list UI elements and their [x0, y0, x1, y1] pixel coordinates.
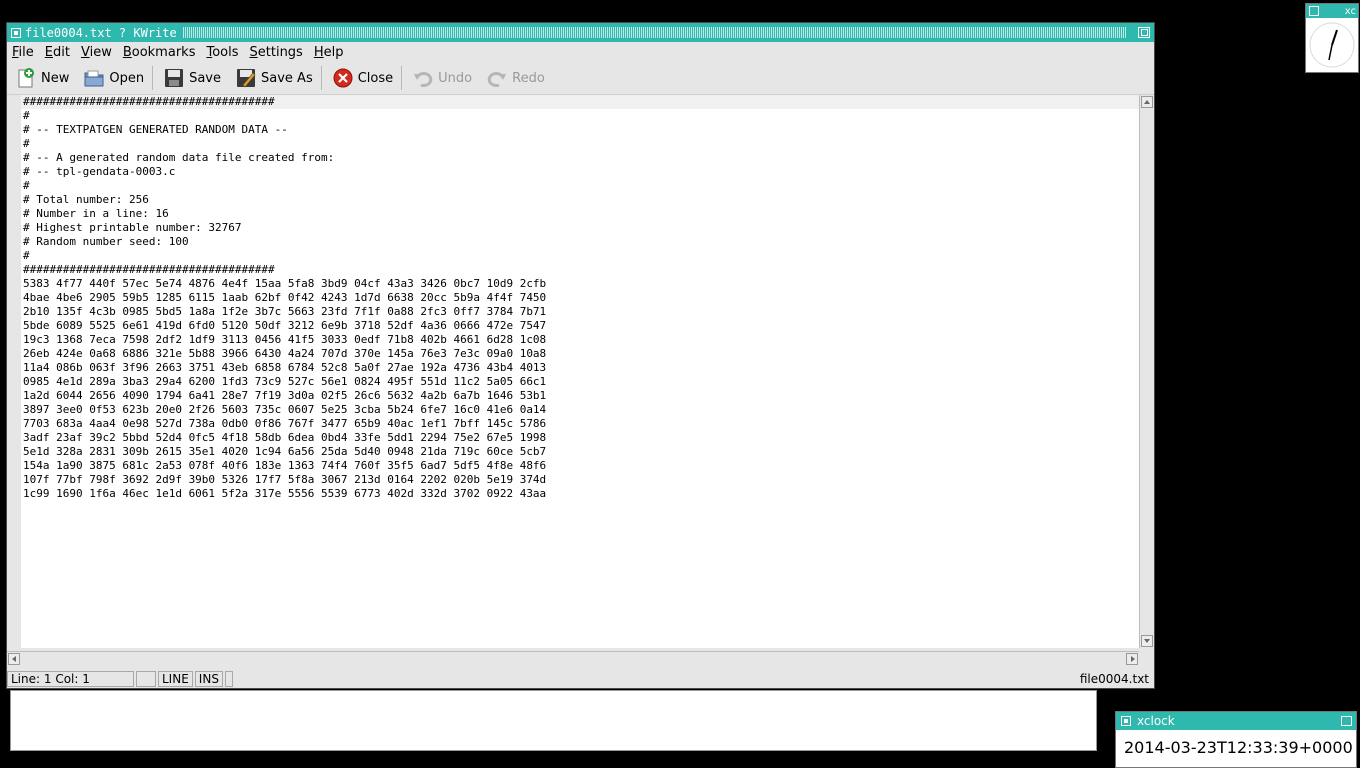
- xclock-titlebar[interactable]: xclock: [1116, 712, 1356, 730]
- mini-clock-titlebar[interactable]: xc: [1306, 4, 1358, 18]
- editor-line: 19c3 1368 7eca 7598 2df2 1df9 3113 0456 …: [23, 333, 547, 346]
- statusbar: Line: 1 Col: 1 LINE INS file0004.txt: [7, 669, 1154, 688]
- window-menu-icon[interactable]: [1309, 6, 1319, 16]
- window-menu-icon[interactable]: [11, 27, 21, 38]
- editor-line: 26eb 424e 0a68 6886 321e 5b88 3966 6430 …: [23, 347, 547, 360]
- clock-time: 2014-03-23T12:33:39+0000: [1124, 738, 1353, 757]
- editor-line: 5e1d 328a 2831 309b 2615 35e1 4020 1c94 …: [23, 445, 547, 458]
- menu-view[interactable]: View: [76, 45, 118, 60]
- menu-edit[interactable]: Edit: [40, 45, 76, 60]
- undo-icon: [412, 67, 434, 89]
- redo-button[interactable]: Redo: [480, 64, 551, 92]
- maximize-icon[interactable]: [1138, 27, 1150, 38]
- titlebar-drag-area[interactable]: [182, 27, 1126, 38]
- mini-clock-window: xc: [1305, 3, 1359, 73]
- editor-line: #: [23, 249, 30, 262]
- editor-line: # Random number seed: 100: [23, 235, 189, 248]
- editor-line: 3adf 23af 39c2 5bbd 52d4 0fc5 4f18 58db …: [23, 431, 547, 444]
- save-disk-icon: [163, 67, 185, 89]
- text-editor-area[interactable]: ###################################### # #…: [7, 95, 1139, 648]
- open-button[interactable]: Open: [77, 64, 150, 92]
- save-as-icon: [235, 67, 257, 89]
- editor-line: 1c99 1690 1f6a 46ec 1e1d 6061 5f2a 317e …: [23, 487, 547, 500]
- editor-line: 5bde 6089 5525 6e61 419d 6fd0 5120 50df …: [23, 319, 547, 332]
- editor-line: # -- TEXTPATGEN GENERATED RANDOM DATA --: [23, 123, 288, 136]
- mini-clock-title: xc: [1344, 5, 1356, 17]
- maximize-icon[interactable]: [1341, 716, 1352, 726]
- undo-label: Undo: [438, 70, 473, 86]
- editor-line: #: [23, 179, 30, 192]
- editor-line: # Number in a line: 16: [23, 207, 169, 220]
- editor-line: 2b10 135f 4c3b 0985 5bd5 1a8a 1f2e 3b7c …: [23, 305, 547, 318]
- editor-line: ######################################: [23, 263, 275, 276]
- window-title: file0004.txt ? KWrite: [25, 25, 177, 40]
- bottom-panel: [10, 690, 1097, 751]
- menubar: File Edit View Bookmarks Tools Settings …: [7, 42, 1154, 62]
- editor-line: 0985 4e1d 289a 3ba3 29a4 6200 1fd3 73c9 …: [23, 375, 547, 388]
- editor-line: 3897 3ee0 0f53 623b 20e0 2f26 5603 735c …: [23, 403, 547, 416]
- status-filename: file0004.txt: [1079, 671, 1149, 686]
- editor-line: # Highest printable number: 32767: [23, 221, 242, 234]
- editor-line: # -- tpl-gendata-0003.c: [23, 165, 176, 178]
- editor-line: 107f 77bf 798f 3692 2d9f 39b0 5326 17f7 …: [23, 473, 547, 486]
- save-as-button[interactable]: Save As: [229, 64, 319, 92]
- horizontal-scrollbar[interactable]: [7, 651, 1139, 666]
- open-folder-icon: [83, 67, 105, 89]
- scroll-down-icon[interactable]: [1141, 635, 1153, 647]
- editor-line: #: [23, 109, 30, 122]
- editor-line: 11a4 086b 063f 3f96 2663 3751 43eb 6858 …: [23, 361, 547, 374]
- status-extra-cell: [224, 670, 233, 687]
- toolbar-separator: [152, 66, 154, 90]
- editor-line: ######################################: [21, 95, 1139, 109]
- status-modified-indicator: [136, 670, 156, 687]
- toolbar-separator: [401, 66, 403, 90]
- new-document-icon: [15, 67, 37, 89]
- menu-bookmarks[interactable]: Bookmarks: [118, 45, 202, 60]
- menu-help[interactable]: Help: [309, 45, 350, 60]
- editor-line: 1a2d 6044 2656 4090 1794 6a41 28e7 7f19 …: [23, 389, 547, 402]
- vertical-scrollbar[interactable]: [1139, 95, 1154, 648]
- close-label: Close: [357, 70, 394, 86]
- editor-line: # Total number: 256: [23, 193, 149, 206]
- close-icon: [332, 67, 354, 89]
- menu-settings[interactable]: Settings: [245, 45, 309, 60]
- editor-line: 5383 4f77 440f 57ec 5e74 4876 4e4f 15aa …: [23, 277, 547, 290]
- editor-line: #: [23, 137, 30, 150]
- redo-icon: [486, 67, 508, 89]
- menu-file[interactable]: File: [7, 45, 40, 60]
- editor-line: 154a 1a90 3875 681c 2a53 078f 40f6 183e …: [23, 459, 547, 472]
- scroll-right-icon[interactable]: [1126, 653, 1138, 665]
- selection-mode[interactable]: LINE: [158, 670, 193, 687]
- main-toolbar: New Open Save Save As Close Undo Redo: [7, 62, 1154, 95]
- scroll-up-icon[interactable]: [1141, 96, 1153, 108]
- xclock-window: xclock 2014-03-23T12:33:39+0000: [1115, 711, 1357, 768]
- redo-label: Redo: [512, 70, 545, 86]
- save-button[interactable]: Save: [157, 64, 227, 92]
- scroll-left-icon[interactable]: [8, 653, 20, 665]
- editor-line: 7703 683a 4aa4 0e98 527d 738a 0db0 0f86 …: [23, 417, 547, 430]
- undo-button[interactable]: Undo: [406, 64, 478, 92]
- open-label: Open: [109, 70, 145, 86]
- analog-clock-icon: [1309, 22, 1355, 68]
- window-titlebar[interactable]: file0004.txt ? KWrite: [7, 23, 1154, 42]
- kwrite-window: file0004.txt ? KWrite File Edit View Boo…: [6, 22, 1155, 689]
- editor-line: 4bae 4be6 2905 59b5 1285 6115 1aab 62bf …: [23, 291, 547, 304]
- save-as-label: Save As: [261, 70, 313, 86]
- new-button[interactable]: New: [9, 64, 75, 92]
- insert-mode[interactable]: INS: [194, 670, 223, 687]
- editor-line: # -- A generated random data file create…: [23, 151, 335, 164]
- close-button[interactable]: Close: [326, 64, 399, 92]
- window-menu-icon[interactable]: [1121, 716, 1131, 726]
- cursor-position: Line: 1 Col: 1: [7, 670, 134, 687]
- new-label: New: [41, 70, 70, 86]
- xclock-title: xclock: [1137, 714, 1175, 728]
- menu-tools[interactable]: Tools: [201, 45, 244, 60]
- toolbar-separator: [320, 66, 322, 90]
- save-label: Save: [189, 70, 222, 86]
